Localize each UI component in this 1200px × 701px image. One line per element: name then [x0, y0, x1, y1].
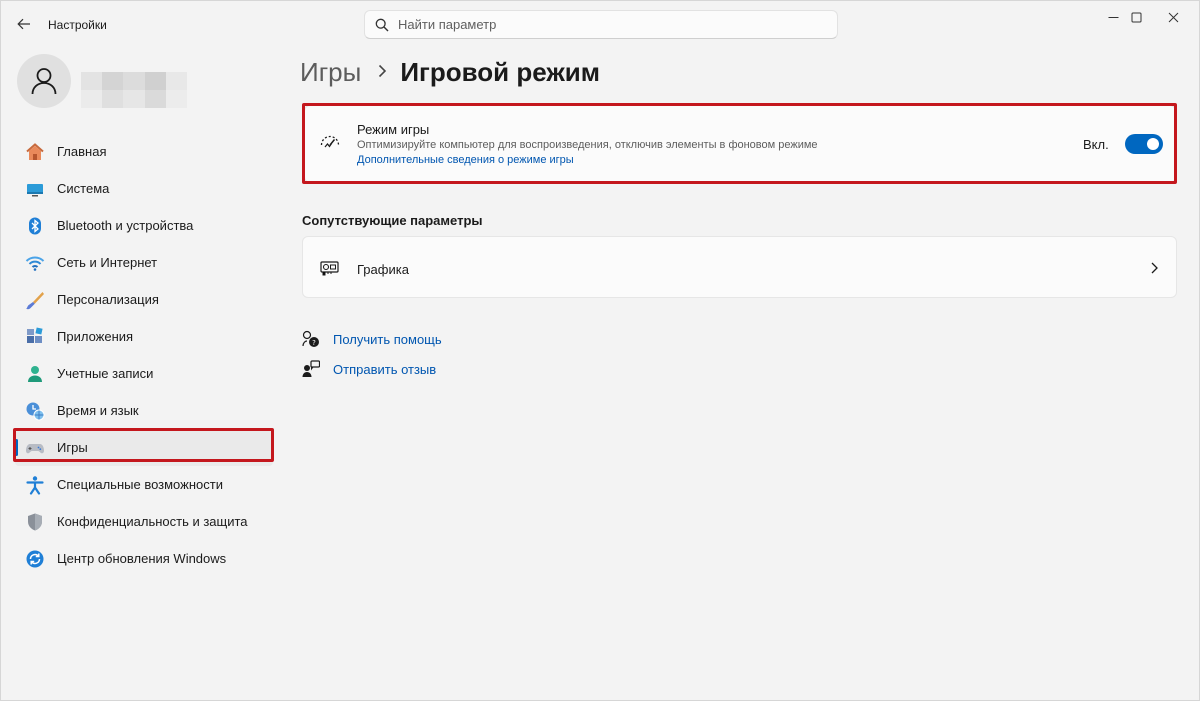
sidebar-item-windows-update[interactable]: Центр обновления Windows	[15, 540, 273, 577]
toggle-knob	[1147, 138, 1159, 150]
update-icon	[25, 549, 45, 569]
search-input[interactable]	[398, 17, 818, 32]
chevron-right-icon	[1146, 259, 1162, 277]
sidebar-item-label: Конфиденциальность и защита	[57, 514, 248, 529]
send-feedback-link[interactable]: Отправить отзыв	[301, 359, 436, 379]
page-title: Игровой режим	[400, 57, 600, 87]
sidebar-item-label: Приложения	[57, 329, 134, 344]
svg-text:?: ?	[312, 339, 316, 347]
home-icon	[25, 142, 45, 162]
sidebar-item-label: Учетные записи	[57, 366, 154, 381]
sidebar-item-gaming[interactable]: Игры	[15, 429, 273, 466]
sidebar-item-label: Игры	[57, 440, 88, 455]
sidebar-item-label: Bluetooth и устройства	[57, 218, 194, 233]
sidebar-item-label: Персонализация	[57, 292, 159, 307]
game-mode-toggle[interactable]	[1125, 134, 1163, 154]
search-box[interactable]	[364, 10, 838, 39]
shield-icon	[25, 512, 45, 532]
gamepad-icon	[25, 438, 45, 458]
accessibility-icon	[25, 475, 45, 495]
sidebar-item-label: Главная	[57, 144, 107, 159]
close-icon	[1168, 12, 1178, 22]
chevron-right-icon	[378, 61, 387, 84]
user-profile[interactable]	[17, 54, 277, 110]
app-title: Настройки	[48, 18, 107, 32]
game-mode-title: Режим игры	[357, 122, 430, 137]
help-icon: ?	[301, 329, 321, 349]
graphics-card-icon	[320, 259, 340, 277]
account-icon	[25, 364, 45, 384]
sidebar-item-label: Сеть и Интернет	[57, 255, 158, 270]
sidebar-item-network[interactable]: Сеть и Интернет	[15, 244, 273, 281]
avatar	[17, 54, 71, 108]
close-button[interactable]	[1151, 1, 1195, 33]
clock-globe-icon	[25, 401, 45, 421]
graphics-label: Графика	[357, 262, 409, 277]
breadcrumb: Игры Игровой режим	[300, 57, 600, 88]
breadcrumb-parent[interactable]: Игры	[300, 57, 361, 88]
sidebar-item-label: Время и язык	[57, 403, 139, 418]
maximize-icon	[1131, 12, 1141, 22]
related-settings-heading: Сопутствующие параметры	[302, 213, 483, 228]
sidebar-item-privacy[interactable]: Конфиденциальность и защита	[15, 503, 273, 540]
user-icon	[31, 68, 57, 95]
brush-icon	[25, 290, 45, 310]
search-icon	[375, 18, 389, 31]
bluetooth-icon	[25, 216, 45, 236]
send-feedback-label: Отправить отзыв	[333, 361, 437, 377]
sidebar-item-time-language[interactable]: Время и язык	[15, 392, 273, 429]
back-button[interactable]	[11, 11, 37, 37]
feedback-icon	[301, 359, 321, 379]
game-mode-description: Оптимизируйте компьютер для воспроизведе…	[357, 139, 818, 151]
toggle-state-label: Вкл.	[1083, 137, 1109, 152]
sidebar-item-bluetooth[interactable]: Bluetooth и устройства	[15, 207, 273, 244]
sidebar-item-accounts[interactable]: Учетные записи	[15, 355, 273, 392]
monitor-icon	[25, 179, 45, 199]
graphics-row[interactable]: Графика	[302, 236, 1177, 298]
sidebar-item-label: Центр обновления Windows	[57, 551, 227, 566]
settings-window: Настройки Найти параметр Главная Система…	[0, 0, 1200, 701]
apps-icon	[25, 326, 45, 347]
sidebar-item-label: Специальные возможности	[57, 477, 223, 492]
title-bar: Настройки	[1, 1, 1200, 47]
sidebar-item-label: Система	[57, 181, 110, 196]
sidebar-item-home[interactable]: Главная	[15, 133, 273, 170]
game-mode-card: Режим игры Оптимизируйте компьютер для в…	[304, 105, 1176, 183]
arrow-left-icon	[17, 18, 30, 30]
game-mode-icon	[319, 133, 341, 155]
sidebar-item-apps[interactable]: Приложения	[15, 318, 273, 355]
game-mode-learn-more-link[interactable]: Дополнительные сведения о режиме игры	[357, 154, 574, 166]
blurred-user-name	[81, 72, 187, 108]
sidebar-item-personalization[interactable]: Персонализация	[15, 281, 273, 318]
sidebar-item-accessibility[interactable]: Специальные возможности	[15, 466, 273, 503]
sidebar-nav: Главная Система Bluetooth и устройства С…	[15, 133, 273, 577]
get-help-link[interactable]: ? Получить помощь	[301, 329, 442, 349]
wifi-icon	[25, 253, 45, 273]
get-help-label: Получить помощь	[333, 331, 442, 347]
sidebar-item-system[interactable]: Система	[15, 170, 273, 207]
